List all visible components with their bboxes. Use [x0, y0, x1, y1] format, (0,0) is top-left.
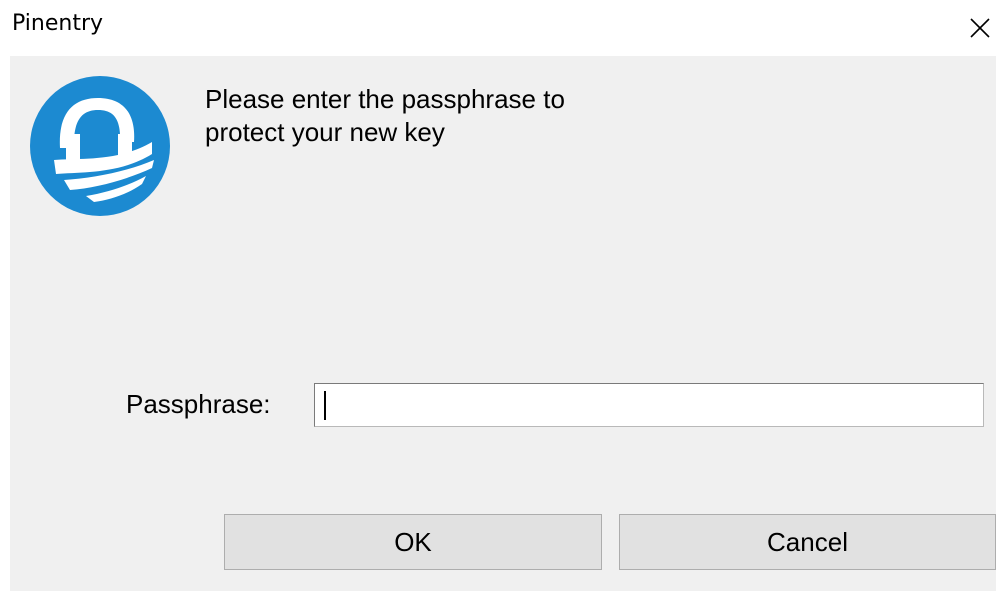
window-title: Pinentry — [12, 11, 104, 36]
gnupg-lock-icon — [30, 76, 170, 216]
cancel-button[interactable]: Cancel — [619, 514, 996, 570]
ok-button[interactable]: OK — [224, 514, 602, 570]
close-button[interactable] — [954, 0, 1006, 56]
passphrase-input[interactable] — [314, 383, 984, 427]
close-icon — [970, 18, 990, 38]
pinentry-window: Pinentry Please enter the passphrase to … — [0, 0, 1006, 591]
text-caret — [324, 391, 326, 420]
passphrase-label: Passphrase: — [126, 389, 271, 419]
title-bar: Pinentry — [0, 0, 1006, 56]
dialog-body: Please enter the passphrase to protect y… — [10, 56, 996, 591]
dialog-description: Please enter the passphrase to protect y… — [205, 84, 565, 147]
